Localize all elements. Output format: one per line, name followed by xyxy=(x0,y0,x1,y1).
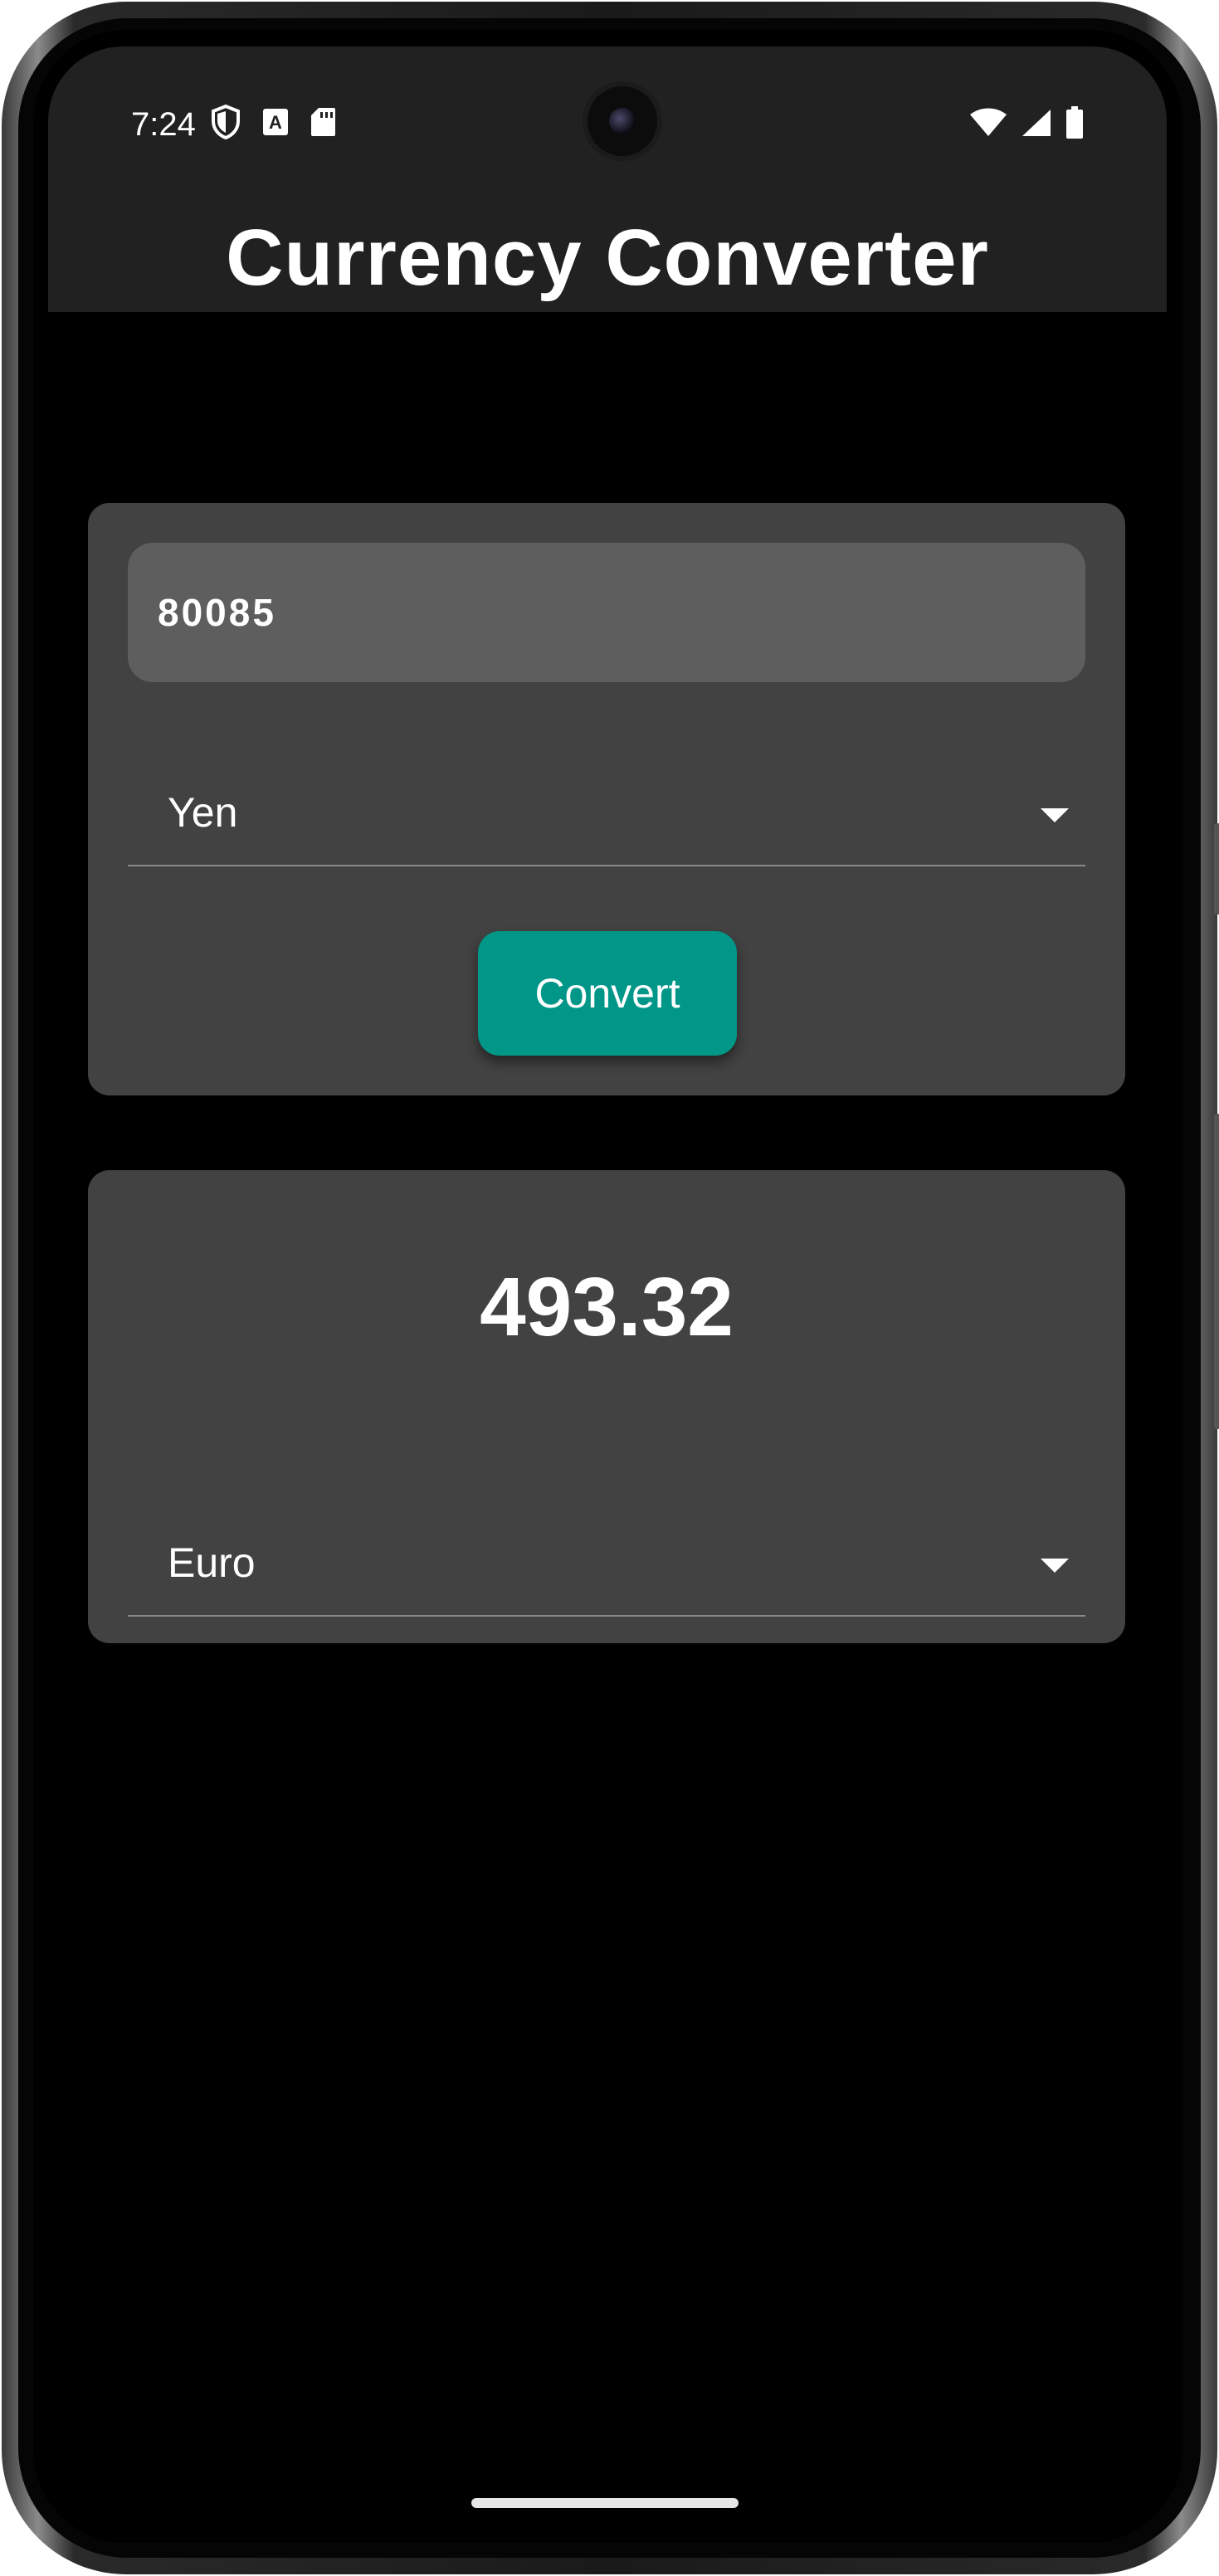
convert-button[interactable]: Convert xyxy=(478,931,737,1056)
volume-button xyxy=(1214,823,1219,915)
battery-icon xyxy=(1065,106,1084,139)
amount-input[interactable] xyxy=(128,543,1085,682)
app-bar: 7:24 A Currency Converter xyxy=(48,46,1167,312)
power-button xyxy=(1214,1114,1219,1429)
svg-text:A: A xyxy=(269,112,282,133)
phone-screen: 7:24 A Currency Converter 80085 Yen Conv… xyxy=(33,30,1182,2543)
cell-signal-icon xyxy=(1021,108,1052,138)
from-currency-label: Yen xyxy=(168,789,238,836)
from-currency-dropdown[interactable]: Yen xyxy=(128,767,1085,866)
input-card: Yen Convert xyxy=(88,503,1125,1095)
to-currency-dropdown[interactable]: Euro xyxy=(128,1517,1085,1617)
chevron-down-icon xyxy=(1041,1559,1069,1573)
status-time: 7:24 xyxy=(131,106,196,143)
sd-card-icon xyxy=(310,107,335,137)
font-a-icon: A xyxy=(262,108,289,136)
chevron-down-icon xyxy=(1041,808,1069,822)
to-currency-label: Euro xyxy=(168,1539,256,1586)
home-indicator[interactable] xyxy=(471,2498,739,2508)
converted-amount: 493.32 xyxy=(480,1261,734,1354)
shield-icon xyxy=(211,105,241,139)
wifi-icon xyxy=(969,108,1007,138)
status-icons-left: A xyxy=(211,105,335,139)
output-card: 493.32 Euro xyxy=(88,1170,1125,1643)
status-icons-right xyxy=(969,106,1084,139)
app-title: Currency Converter xyxy=(226,213,989,302)
front-camera xyxy=(588,86,657,156)
